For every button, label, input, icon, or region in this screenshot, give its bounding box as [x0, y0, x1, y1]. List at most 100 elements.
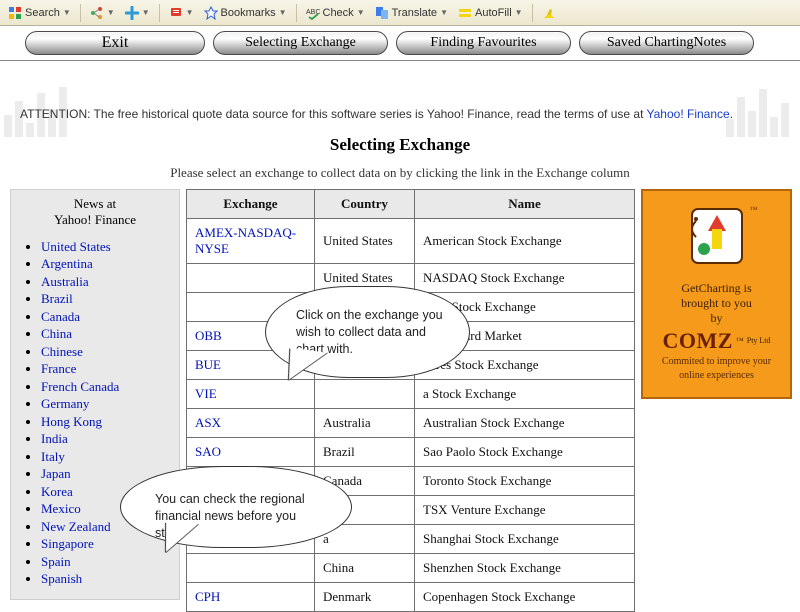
- toolbar-search-label: Search: [25, 7, 60, 19]
- news-link[interactable]: Canada: [41, 309, 80, 324]
- finding-favourites-button[interactable]: Finding Favourites: [396, 31, 571, 55]
- news-link[interactable]: Brazil: [41, 291, 73, 306]
- news-item: Canada: [41, 309, 175, 325]
- selecting-exchange-button[interactable]: Selecting Exchange: [213, 31, 388, 55]
- callout-exchange-tip-text: Click on the exchange you wish to collec…: [296, 308, 443, 356]
- news-link[interactable]: New Zealand: [41, 519, 111, 534]
- col-exchange: Exchange: [187, 190, 315, 219]
- toolbar-notif[interactable]: ▼: [165, 4, 198, 22]
- news-link[interactable]: India: [41, 431, 68, 446]
- news-link[interactable]: Australia: [41, 274, 89, 289]
- cell-name: Toronto Stock Exchange: [415, 467, 635, 496]
- news-link[interactable]: Spanish: [41, 571, 82, 586]
- table-row: ChinaShenzhen Stock Exchange: [187, 554, 635, 583]
- saved-chartingnotes-button-label: Saved ChartingNotes: [607, 35, 726, 51]
- news-link[interactable]: Hong Kong: [41, 414, 102, 429]
- attention-link[interactable]: Yahoo! Finance: [647, 107, 730, 121]
- news-header-line2: Yahoo! Finance: [54, 212, 136, 227]
- cell-name: TSX Venture Exchange: [415, 496, 635, 525]
- chevron-down-icon: ▼: [279, 8, 287, 17]
- news-link[interactable]: Korea: [41, 484, 73, 499]
- promo-brand: COMZ: [662, 328, 732, 353]
- exchange-link[interactable]: CPH: [195, 589, 220, 604]
- news-item: Brazil: [41, 291, 175, 307]
- toolbar-autofill[interactable]: AutoFill ▼: [454, 4, 527, 22]
- news-link[interactable]: Chinese: [41, 344, 83, 359]
- news-item: Spain: [41, 554, 175, 570]
- promo-box: ™ GetCharting is brought to you by COMZ …: [641, 189, 792, 399]
- google-icon: [8, 6, 22, 20]
- chevron-down-icon: ▼: [440, 8, 448, 17]
- cell-country: China: [315, 554, 415, 583]
- chevron-down-icon: ▼: [357, 8, 365, 17]
- news-item: United States: [41, 239, 175, 255]
- news-link[interactable]: Japan: [41, 466, 71, 481]
- news-item: France: [41, 361, 175, 377]
- exit-button[interactable]: Exit: [25, 31, 205, 55]
- toolbar-translate[interactable]: Translate ▼: [371, 4, 452, 22]
- toolbar-bookmarks-label: Bookmarks: [221, 7, 276, 19]
- exchange-link[interactable]: AMEX-NASDAQ-NYSE: [195, 225, 296, 256]
- chevron-down-icon: ▼: [186, 8, 194, 17]
- translate-icon: [375, 6, 389, 20]
- cell-name: a Stock Exchange: [415, 380, 635, 409]
- cell-exchange: CPH: [187, 583, 315, 612]
- chevron-down-icon: ▼: [142, 8, 150, 17]
- tm-icon: ™: [736, 336, 744, 345]
- news-item: Hong Kong: [41, 414, 175, 430]
- main-grid: News at Yahoo! Finance United StatesArge…: [0, 189, 800, 612]
- promo-pty: Pty Ltd: [747, 336, 771, 345]
- table-row: ASXAustraliaAustralian Stock Exchange: [187, 409, 635, 438]
- cell-name: Copenhagen Stock Exchange: [415, 583, 635, 612]
- cell-country: United States: [315, 219, 415, 264]
- chevron-down-icon: ▼: [515, 8, 523, 17]
- toolbar-plus[interactable]: ▼: [121, 4, 154, 22]
- toolbar-check[interactable]: ABC Check ▼: [302, 4, 369, 22]
- news-link[interactable]: Spain: [41, 554, 71, 569]
- autofill-icon: [458, 6, 472, 20]
- toolbar-check-label: Check: [323, 7, 354, 19]
- plus-icon: [125, 6, 139, 20]
- table-row: AMEX-NASDAQ-NYSEUnited StatesAmerican St…: [187, 219, 635, 264]
- notification-icon: [169, 6, 183, 20]
- cell-name: Shenzhen Stock Exchange: [415, 554, 635, 583]
- news-item: China: [41, 326, 175, 342]
- cell-exchange: [187, 554, 315, 583]
- exchange-link[interactable]: BUE: [195, 357, 221, 372]
- news-link[interactable]: France: [41, 361, 76, 376]
- news-link[interactable]: Singapore: [41, 536, 94, 551]
- news-link[interactable]: Germany: [41, 396, 89, 411]
- news-link[interactable]: Mexico: [41, 501, 81, 516]
- news-link[interactable]: Argentina: [41, 256, 93, 271]
- news-link[interactable]: Italy: [41, 449, 65, 464]
- news-link[interactable]: China: [41, 326, 72, 341]
- exchange-link[interactable]: VIE: [195, 386, 217, 401]
- exchange-link[interactable]: OBB: [195, 328, 222, 343]
- saved-chartingnotes-button[interactable]: Saved ChartingNotes: [579, 31, 754, 55]
- callout-tail: [164, 522, 198, 554]
- news-item: Spanish: [41, 571, 175, 587]
- attention-strip: ATTENTION: The free historical quote dat…: [0, 61, 800, 127]
- promo-tag2: online experiences: [647, 370, 786, 382]
- callout-exchange-tip: Click on the exchange you wish to collec…: [265, 286, 470, 378]
- exchange-link[interactable]: ASX: [195, 415, 221, 430]
- news-link[interactable]: United States: [41, 239, 111, 254]
- exchange-link[interactable]: SAO: [195, 444, 221, 459]
- chevron-down-icon: ▼: [63, 8, 71, 17]
- news-item: Germany: [41, 396, 175, 412]
- exchange-table-wrap: Exchange Country Name AMEX-NASDAQ-NYSEUn…: [186, 189, 635, 612]
- toolbar-share[interactable]: ▼: [86, 4, 119, 22]
- browser-toolbar: Search ▼ ▼ ▼ ▼ Bookmarks ▼ ABC Check ▼: [0, 0, 800, 26]
- col-name: Name: [415, 190, 635, 219]
- cell-name: Shanghai Stock Exchange: [415, 525, 635, 554]
- exit-button-label: Exit: [102, 34, 129, 52]
- toolbar-highlight[interactable]: [538, 4, 560, 22]
- table-row: SAOBrazilSao Paolo Stock Exchange: [187, 438, 635, 467]
- news-item: Argentina: [41, 256, 175, 272]
- table-row: VIE a Stock Exchange: [187, 380, 635, 409]
- toolbar-search[interactable]: Search ▼: [4, 4, 75, 22]
- toolbar-autofill-label: AutoFill: [475, 7, 512, 19]
- news-link[interactable]: French Canada: [41, 379, 119, 394]
- callout-news-tip: You can check the regional financial new…: [120, 466, 352, 548]
- toolbar-bookmarks[interactable]: Bookmarks ▼: [200, 4, 291, 22]
